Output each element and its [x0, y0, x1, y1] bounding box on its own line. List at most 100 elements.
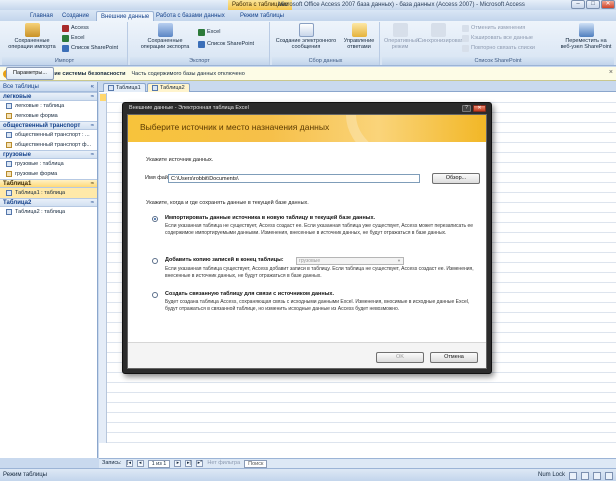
form-icon: [6, 113, 12, 119]
record-label: Запись:: [102, 460, 122, 466]
tab-create[interactable]: Создание: [58, 11, 93, 21]
new-record-button[interactable]: ▸*: [196, 460, 204, 467]
sharepoint-icon: [62, 45, 69, 52]
discard-changes-button[interactable]: Отменить изменения: [462, 24, 525, 33]
cache-all-button[interactable]: Кэшировать все данные: [462, 34, 533, 43]
ribbon-tabs: Главная Создание Внешние данные Работа с…: [0, 10, 616, 21]
append-option-radio[interactable]: [152, 258, 158, 264]
table-icon: [6, 161, 12, 167]
new-record-icon: [100, 94, 106, 101]
ok-button[interactable]: OK: [376, 352, 424, 363]
file-name-input[interactable]: C:\Users\robbit\Documents\: [168, 174, 420, 183]
append-table-select[interactable]: грузовые ▼: [296, 257, 404, 265]
storage-label: Укажите, когда и где сохранять данные в …: [146, 200, 309, 206]
collect-data-group: Создание электронного сообщения Управлен…: [272, 22, 380, 65]
nav-item[interactable]: легковые : таблица: [0, 101, 97, 111]
excel-icon: [198, 29, 205, 36]
close-window-button[interactable]: ✕: [601, 0, 615, 9]
synchronize-button[interactable]: Синхронизировать: [418, 23, 466, 44]
create-email-button[interactable]: Создание электронного сообщения: [274, 23, 338, 50]
collapse-group-icon[interactable]: ≈: [91, 93, 94, 101]
nav-group-header[interactable]: грузовые ≈: [0, 150, 97, 159]
row-selector-column[interactable]: [99, 93, 107, 443]
security-options-button[interactable]: Параметры...: [6, 67, 54, 80]
nav-item-label: легковые : таблица: [15, 103, 65, 109]
filter-status[interactable]: Нет фильтра: [207, 459, 240, 468]
dialog-close-button[interactable]: ✕: [473, 105, 486, 112]
nav-group-header[interactable]: Таблица1 ≈: [0, 179, 97, 188]
collapse-group-icon[interactable]: ≈: [91, 122, 94, 130]
manage-replies-button[interactable]: Управление ответами: [340, 23, 378, 50]
navigation-pane-header[interactable]: Все таблицы «: [0, 82, 97, 92]
source-label: Укажите источник данных.: [146, 157, 214, 163]
import-option-title[interactable]: Импортировать данные источника в новую т…: [165, 215, 375, 222]
doc-tab-table2[interactable]: Таблица2: [147, 83, 190, 92]
nav-item[interactable]: общественный транспорт ф...: [0, 140, 97, 150]
help-button[interactable]: ?: [462, 105, 471, 112]
import-group-label: Импорт: [2, 57, 127, 65]
previous-record-icon[interactable]: ◂: [136, 460, 144, 467]
nav-group-header[interactable]: Таблица2 ≈: [0, 198, 97, 207]
window-title: Microsoft Office Access 2007 база данных…: [278, 2, 525, 8]
offline-icon: [392, 23, 408, 37]
pivot-chart-view-icon[interactable]: [593, 472, 601, 480]
table-icon: [6, 103, 12, 109]
browse-button[interactable]: Обзор...: [432, 173, 480, 184]
import-sharepoint-button[interactable]: Список SharePoint: [62, 44, 118, 53]
design-view-icon[interactable]: [605, 472, 613, 480]
table-icon: [6, 132, 12, 138]
search-input[interactable]: Поиск: [244, 459, 268, 468]
collapse-group-icon[interactable]: ≈: [91, 199, 94, 207]
tab-home[interactable]: Главная: [26, 11, 57, 21]
collapse-group-icon[interactable]: ≈: [91, 151, 94, 159]
numlock-indicator: Num Lock: [537, 472, 565, 478]
minimize-button[interactable]: –: [571, 0, 585, 9]
nav-item[interactable]: грузовые форма: [0, 169, 97, 179]
link-option-title[interactable]: Создать связанную таблицу для связи с ис…: [165, 291, 334, 298]
close-bar-icon[interactable]: ×: [609, 69, 613, 76]
cancel-button[interactable]: Отмена: [430, 352, 478, 363]
email-icon: [298, 23, 314, 37]
next-record-icon[interactable]: ▸: [174, 460, 182, 467]
export-excel-button[interactable]: Excel: [198, 28, 220, 37]
ribbon: Сохраненные операции импорта Access Exce…: [0, 21, 616, 66]
collapse-group-icon[interactable]: ≈: [91, 180, 94, 188]
nav-item[interactable]: легковые форма: [0, 111, 97, 121]
saved-imports-button[interactable]: Сохраненные операции импорта: [6, 23, 58, 50]
dialog-footer: OK Отмена: [128, 342, 486, 368]
append-option-title[interactable]: Добавить копию записей в конец таблицы:: [165, 257, 284, 264]
nav-group-label: Таблица2: [3, 200, 32, 206]
nav-item-label: Таблица1 : таблица: [15, 190, 66, 196]
offline-mode-button[interactable]: Оперативный режим: [384, 23, 419, 50]
pivot-table-view-icon[interactable]: [581, 472, 589, 480]
import-option-radio[interactable]: [152, 216, 158, 222]
nav-item[interactable]: Таблица2 : таблица: [0, 207, 97, 217]
nav-item-label: грузовые : таблица: [15, 161, 64, 167]
import-excel-button[interactable]: Excel: [62, 34, 84, 43]
record-position[interactable]: 1 из 1: [147, 459, 171, 468]
doc-tab-table1[interactable]: Таблица1: [103, 83, 146, 92]
nav-item[interactable]: грузовые : таблица: [0, 159, 97, 169]
nav-group-header[interactable]: общественный транспорт ≈: [0, 121, 97, 130]
maximize-button[interactable]: □: [586, 0, 600, 9]
export-sharepoint-button[interactable]: Список SharePoint: [198, 40, 254, 49]
relink-lists-button[interactable]: Повторно связать списки: [462, 44, 535, 53]
first-record-icon[interactable]: |◂: [125, 460, 133, 467]
nav-item[interactable]: Таблица1 : таблица: [0, 188, 97, 198]
append-option-description: Если указанная таблица существует, Acces…: [165, 266, 474, 279]
move-to-sharepoint-button[interactable]: Переместить на веб-узел SharePoint: [560, 23, 612, 50]
tab-datasheet[interactable]: Режим таблицы: [236, 11, 288, 21]
saved-exports-button[interactable]: Сохраненные операции экспорта: [136, 23, 194, 50]
tab-database-tools[interactable]: Работа с базами данных: [152, 11, 229, 21]
last-record-icon[interactable]: ▸|: [185, 460, 193, 467]
tab-external-data[interactable]: Внешние данные: [96, 11, 155, 21]
excel-icon: [62, 35, 69, 42]
import-access-button[interactable]: Access: [62, 24, 89, 33]
datasheet-view-icon[interactable]: [569, 472, 577, 480]
chevron-double-left-icon[interactable]: «: [91, 82, 94, 92]
navigation-pane: Все таблицы « легковые ≈ легковые : таблиц…: [0, 82, 98, 458]
nav-item[interactable]: общественный транспорт : ...: [0, 130, 97, 140]
nav-item-label: легковые форма: [15, 113, 58, 119]
link-option-radio[interactable]: [152, 292, 158, 298]
nav-group-header[interactable]: легковые ≈: [0, 92, 97, 101]
